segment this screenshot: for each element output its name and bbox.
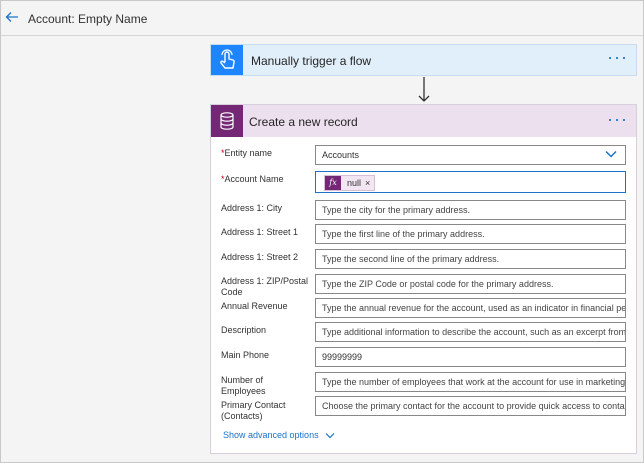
create-record-card: Create a new record ··· *Entity name Acc… [210,104,637,454]
null-token[interactable]: fx null × [324,174,376,192]
street1-label: Address 1: Street 1 [221,227,299,237]
touch-icon [211,45,243,75]
chevron-down-icon [325,432,335,438]
street2-label: Address 1: Street 2 [221,252,299,262]
description-label: Description [221,325,267,335]
remove-token-button[interactable]: × [365,174,374,192]
primary-contact-label: Primary Contact (Contacts) [221,400,286,421]
database-icon [211,105,243,137]
back-arrow-icon[interactable] [5,10,19,24]
zip-label: Address 1: ZIP/Postal Code [221,276,309,297]
trigger-more-button[interactable]: ··· [607,48,628,66]
entity-name-label: *Entity name [221,148,273,158]
annual-revenue-label: Annual Revenue [221,301,288,311]
description-input[interactable]: Type additional information to describe … [315,322,626,342]
city-input[interactable]: Type the city for the primary address. [315,200,626,220]
zip-input[interactable]: Type the ZIP Code or postal code for the… [315,274,626,294]
trigger-title: Manually trigger a flow [251,54,372,68]
chevron-down-icon [605,150,617,158]
street2-input[interactable]: Type the second line of the primary addr… [315,249,626,269]
create-record-header[interactable]: Create a new record ··· [211,105,636,137]
annual-revenue-input[interactable]: Type the annual revenue for the account,… [315,298,626,318]
account-name-field[interactable]: fx null × [315,171,626,193]
main-phone-input[interactable]: 99999999 [315,347,626,367]
entity-name-dropdown[interactable]: Accounts [315,145,626,165]
trigger-card[interactable]: Manually trigger a flow ··· [210,44,637,76]
create-record-title: Create a new record [249,115,358,129]
create-record-more-button[interactable]: ··· [607,110,628,128]
function-icon: fx [325,176,341,190]
city-label: Address 1: City [221,203,283,213]
street1-input[interactable]: Type the first line of the primary addre… [315,224,626,244]
primary-contact-input[interactable]: Choose the primary contact for the accou… [315,396,626,416]
top-bar: Account: Empty Name [0,0,644,36]
account-name-label: *Account Name [221,174,284,184]
show-advanced-options-link[interactable]: Show advanced options [223,430,335,440]
employees-label: Number of Employees [221,375,266,396]
connector-arrow-icon [418,77,430,102]
employees-input[interactable]: Type the number of employees that work a… [315,372,626,392]
flow-title: Account: Empty Name [28,12,148,26]
main-phone-label: Main Phone [221,350,270,360]
